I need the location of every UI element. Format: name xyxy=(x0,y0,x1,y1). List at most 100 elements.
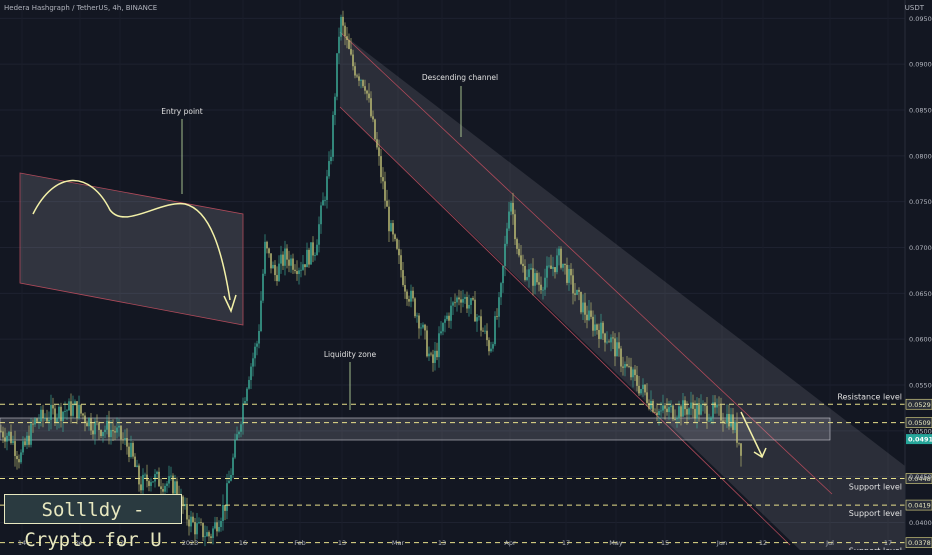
candle-body xyxy=(418,315,420,329)
candle-body xyxy=(378,147,380,157)
candle-body xyxy=(312,242,314,256)
candle-body xyxy=(66,410,68,412)
candle-body xyxy=(740,443,742,456)
candle-body xyxy=(64,411,66,412)
candle-body xyxy=(142,474,144,491)
candle-body xyxy=(6,435,8,442)
candle-body xyxy=(160,486,162,490)
candle-body xyxy=(672,405,674,420)
liquidity-zone-label: Liquidity zone xyxy=(324,350,377,359)
candle-body xyxy=(720,404,722,421)
candle-body xyxy=(696,403,698,419)
candle-body xyxy=(688,408,690,415)
liquidity-zone-box xyxy=(0,417,831,441)
candle-body xyxy=(198,522,200,524)
candle-body xyxy=(20,452,22,463)
candle-body xyxy=(694,408,696,419)
candle-body xyxy=(542,289,544,291)
candle-body xyxy=(700,404,702,415)
candle-body xyxy=(528,269,530,278)
entry-point-label: Entry point xyxy=(161,107,203,116)
candle-body xyxy=(50,404,52,420)
candle-body xyxy=(412,290,414,299)
candle-body xyxy=(270,253,272,269)
candle-body xyxy=(586,314,588,321)
candle-body xyxy=(460,299,462,303)
level-price-value: 0.0419 xyxy=(908,502,931,510)
candle-body xyxy=(664,405,666,409)
candle-body xyxy=(306,249,308,268)
candle-body xyxy=(100,430,102,437)
candle-body xyxy=(204,536,206,538)
candle-body xyxy=(650,401,652,409)
candle-body xyxy=(336,53,338,97)
candle-body xyxy=(366,90,368,94)
candle-body xyxy=(478,316,480,318)
candle-body xyxy=(284,248,286,266)
candle-body xyxy=(116,427,118,433)
candle-body xyxy=(150,482,152,486)
candle-body xyxy=(636,375,638,386)
candle-body xyxy=(94,421,96,435)
candle-body xyxy=(638,385,640,394)
candle-body xyxy=(736,422,738,443)
level-price-value: 0.0529 xyxy=(908,401,931,409)
candle-body xyxy=(448,315,450,321)
candle-body xyxy=(634,369,636,376)
candle-body xyxy=(290,258,292,266)
candle-body xyxy=(564,263,566,265)
candle-body xyxy=(372,116,374,120)
price-chart[interactable]: 0.0529Resistance level0.05090.0448Suppor… xyxy=(0,0,932,550)
candle-body xyxy=(126,438,128,447)
candle-body xyxy=(332,115,334,157)
candle-body xyxy=(440,331,442,334)
candle-body xyxy=(124,438,126,440)
candle-body xyxy=(546,265,548,278)
candle-body xyxy=(600,322,602,339)
candle-body xyxy=(328,161,330,177)
candle-body xyxy=(114,431,116,433)
x-tick-label: 13 xyxy=(438,539,446,547)
candle-body xyxy=(552,267,554,269)
candle-body xyxy=(364,86,366,91)
candle-body xyxy=(112,429,114,432)
candle-body xyxy=(44,418,46,419)
candle-body xyxy=(488,340,490,352)
x-tick-label: Jul xyxy=(825,539,834,547)
candle-body xyxy=(230,475,232,481)
candle-body xyxy=(168,476,170,484)
candle-body xyxy=(484,330,486,332)
y-tick-label: 0.0750 xyxy=(909,198,932,206)
candle-body xyxy=(236,434,238,441)
candle-body xyxy=(280,254,282,264)
candle-body xyxy=(102,432,104,437)
candle-body xyxy=(468,304,470,309)
candle-body xyxy=(22,441,24,453)
candle-body xyxy=(388,206,390,232)
candle-body xyxy=(536,273,538,283)
candle-body xyxy=(202,522,204,538)
candle-body xyxy=(32,423,34,425)
candle-body xyxy=(2,431,4,438)
candle-body xyxy=(352,54,354,67)
candle-body xyxy=(296,271,298,275)
candle-body xyxy=(298,270,300,275)
candle-body xyxy=(250,366,252,380)
candle-body xyxy=(616,342,618,357)
candle-body xyxy=(718,404,720,406)
candle-body xyxy=(602,322,604,334)
candle-body xyxy=(550,265,552,269)
candle-body xyxy=(260,300,262,332)
candle-body xyxy=(246,388,248,402)
candle-body xyxy=(200,522,202,523)
y-tick-label: 0.0550 xyxy=(909,382,932,390)
candle-body xyxy=(404,284,406,292)
candle-body xyxy=(148,481,150,486)
candle-body xyxy=(618,342,620,349)
candle-body xyxy=(252,358,254,367)
candle-body xyxy=(376,139,378,148)
y-tick-label: 0.0850 xyxy=(909,107,932,115)
candle-body xyxy=(106,420,108,430)
candle-body xyxy=(78,404,80,419)
candle-body xyxy=(10,431,12,444)
